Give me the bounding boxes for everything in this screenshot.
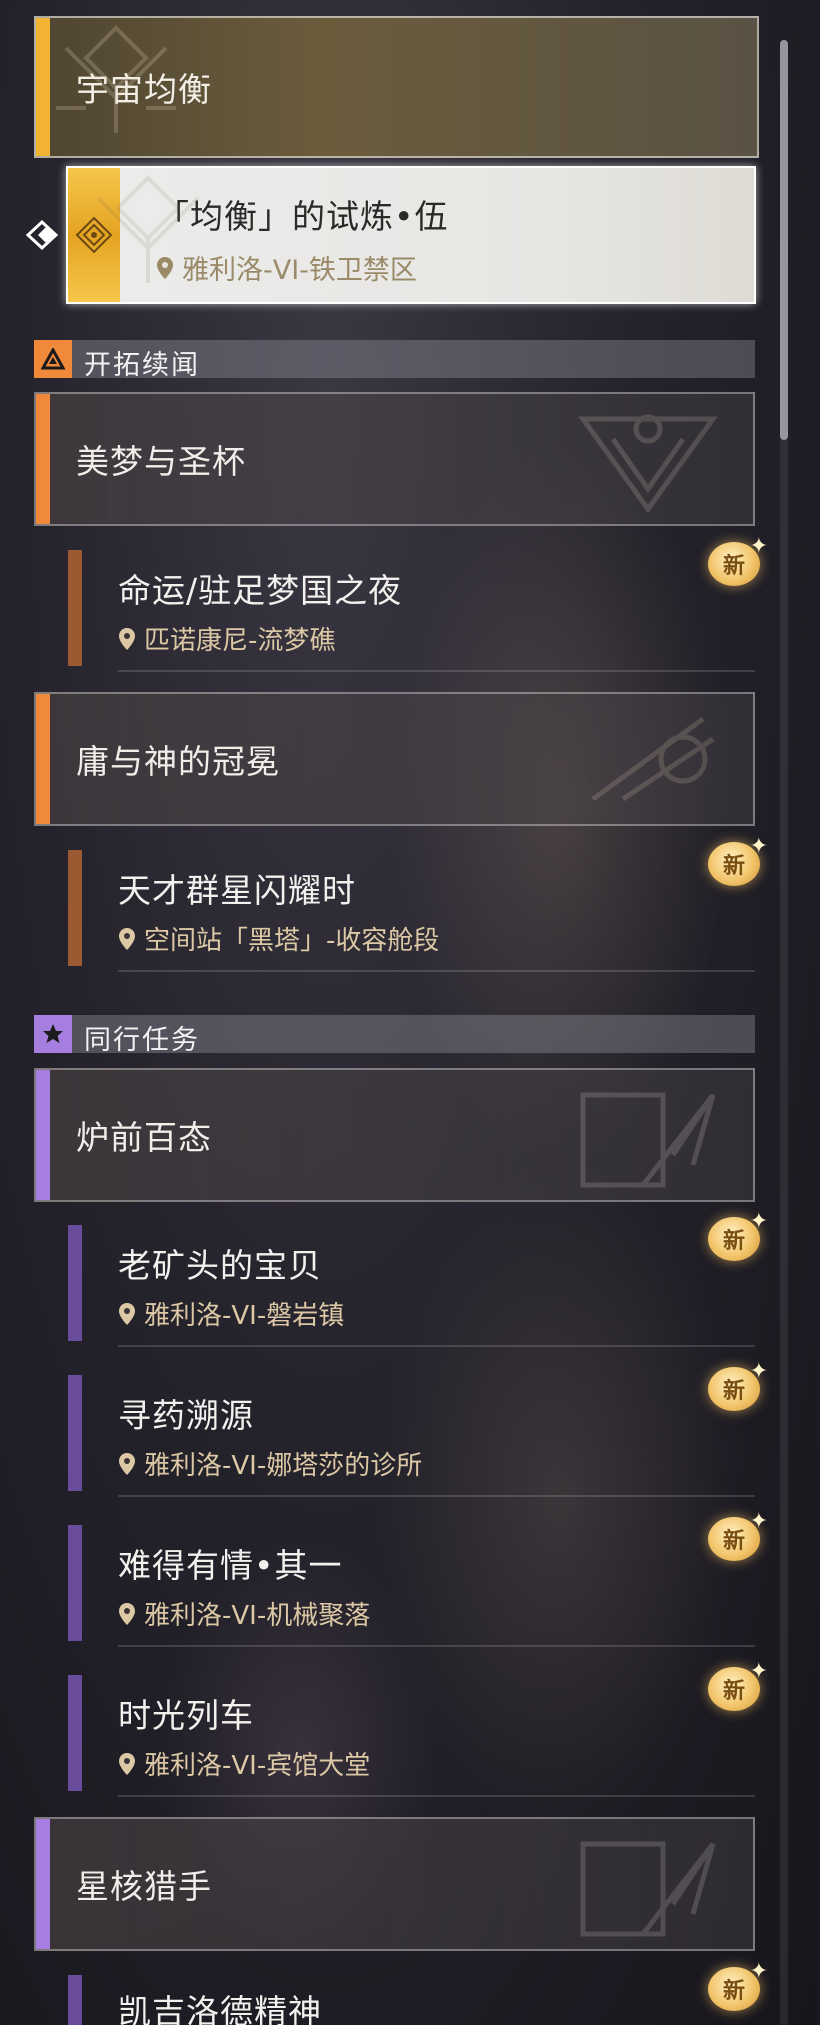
new-badge: 新 ✦ (708, 834, 768, 886)
quest-name: 寻药溯源 (118, 1396, 254, 1435)
sparkle-icon: ✦ (749, 1509, 768, 1534)
scrollbar[interactable] (780, 40, 788, 2025)
chapter-dream-and-grail[interactable]: 美梦与圣杯 (34, 392, 755, 526)
sparkle-icon: ✦ (749, 1659, 768, 1684)
selected-quest-item[interactable]: 「均衡」的试炼•伍 雅利洛-VI-铁卫禁区 (66, 166, 756, 304)
trailblaze-icon (34, 340, 72, 378)
quest-location: 匹诺康尼-流梦礁 (118, 620, 335, 657)
sparkle-icon: ✦ (749, 534, 768, 559)
new-badge: 新 ✦ (708, 1509, 768, 1561)
chapter-cosmic-balance[interactable]: 宇宙均衡 (34, 16, 759, 158)
divider (118, 1495, 755, 1497)
chapter-furnace-life[interactable]: 炉前百态 (34, 1068, 755, 1202)
quest-name: 凯吉洛德精神 (118, 1992, 322, 2025)
quest-name: 难得有情•其一 (118, 1546, 343, 1585)
quest-item[interactable]: 命运/驻足梦国之夜 匹诺康尼-流梦礁 (68, 540, 755, 676)
chapter-title: 庸与神的冠冕 (76, 742, 280, 781)
location-pin-icon (119, 1302, 135, 1325)
quest-accent-bar (68, 1525, 82, 1641)
quest-location: 雅利洛-VI-宾馆大堂 (118, 1745, 370, 1782)
new-badge: 新 ✦ (708, 1209, 768, 1261)
chapter-accent-bar (36, 394, 50, 524)
location-pin-icon (119, 1452, 135, 1475)
quest-accent-bar (68, 1675, 82, 1791)
quill-emblem-icon (580, 1841, 716, 1937)
quest-item[interactable]: 老矿头的宝贝 雅利洛-VI-磐岩镇 (68, 1215, 755, 1351)
sparkle-icon: ✦ (749, 1959, 768, 1984)
divider (118, 1795, 755, 1797)
quest-location: 雅利洛-VI-机械聚落 (118, 1595, 370, 1632)
section-title: 同行任务 (84, 1025, 200, 1056)
quest-item[interactable]: 凯吉洛德精神 (68, 1965, 755, 2025)
section-title: 开拓续闻 (84, 350, 200, 381)
chapter-accent-bar (36, 1819, 50, 1949)
new-badge: 新 ✦ (708, 1359, 768, 1411)
chapter-title: 星核猎手 (76, 1867, 212, 1906)
chapter-accent-bar (36, 694, 50, 824)
quest-accent-bar (68, 850, 82, 966)
quest-location: 雅利洛-VI-娜塔莎的诊所 (118, 1445, 422, 1482)
new-badge: 新 ✦ (708, 1959, 768, 2011)
new-badge: 新 ✦ (708, 534, 768, 586)
quill-emblem-icon (580, 1092, 716, 1188)
location-pin-icon (119, 1602, 135, 1625)
quest-accent-bar (68, 1375, 82, 1491)
sparkle-icon: ✦ (749, 1209, 768, 1234)
quest-location-text: 雅利洛-VI-磐岩镇 (144, 1301, 345, 1331)
chapter-stellaron-hunters[interactable]: 星核猎手 (34, 1817, 755, 1951)
sparkle-icon: ✦ (749, 1359, 768, 1384)
quest-accent-bar (68, 1225, 82, 1341)
quest-item[interactable]: 难得有情•其一 雅利洛-VI-机械聚落 (68, 1515, 755, 1651)
section-header-trailblaze: 开拓续闻 (34, 340, 755, 381)
quest-name: 时光列车 (118, 1696, 254, 1735)
divider (118, 1345, 755, 1347)
crown-emblem-icon (591, 716, 715, 802)
quest-name: 天才群星闪耀时 (118, 871, 356, 910)
quest-item[interactable]: 时光列车 雅利洛-VI-宾馆大堂 (68, 1665, 755, 1801)
quest-item[interactable]: 天才群星闪耀时 空间站「黑塔」-收容舱段 (68, 840, 755, 976)
chapter-title: 炉前百态 (76, 1118, 212, 1157)
new-badge: 新 ✦ (708, 1659, 768, 1711)
companion-star-icon (34, 1015, 72, 1053)
chapter-title: 美梦与圣杯 (76, 442, 246, 481)
quest-location-text: 雅利洛-VI-宾馆大堂 (144, 1751, 371, 1781)
sparkle-icon: ✦ (749, 834, 768, 859)
divider (118, 970, 755, 972)
quest-name: 命运/驻足梦国之夜 (118, 571, 403, 610)
location-pin-icon (119, 1752, 135, 1775)
quest-location-text: 匹诺康尼-流梦礁 (144, 626, 336, 656)
quest-location-text: 雅利洛-VI-机械聚落 (144, 1601, 371, 1631)
quest-location: 雅利洛-VI-磐岩镇 (118, 1295, 344, 1332)
chapter-accent-bar (36, 1070, 50, 1200)
quest-accent-bar (68, 550, 82, 666)
section-header-companion: 同行任务 (34, 1015, 755, 1056)
location-pin-icon (119, 927, 135, 950)
quest-accent-bar (68, 1975, 82, 2025)
dream-emblem-icon (578, 414, 718, 514)
quest-location-text: 空间站「黑塔」-收容舱段 (144, 926, 440, 956)
balance-emblem-icon (96, 175, 200, 283)
quest-location-text: 雅利洛-VI-娜塔莎的诊所 (144, 1451, 423, 1481)
scrollbar-thumb[interactable] (780, 40, 788, 440)
quest-item[interactable]: 寻药溯源 雅利洛-VI-娜塔莎的诊所 (68, 1365, 755, 1501)
balance-emblem-icon (56, 25, 176, 133)
location-pin-icon (119, 627, 135, 650)
selection-cursor-icon (25, 219, 59, 251)
divider (118, 670, 755, 672)
divider (118, 1645, 755, 1647)
chapter-crown-of-mundane[interactable]: 庸与神的冠冕 (34, 692, 755, 826)
quest-location: 空间站「黑塔」-收容舱段 (118, 920, 439, 957)
quest-name: 老矿头的宝贝 (118, 1246, 322, 1285)
